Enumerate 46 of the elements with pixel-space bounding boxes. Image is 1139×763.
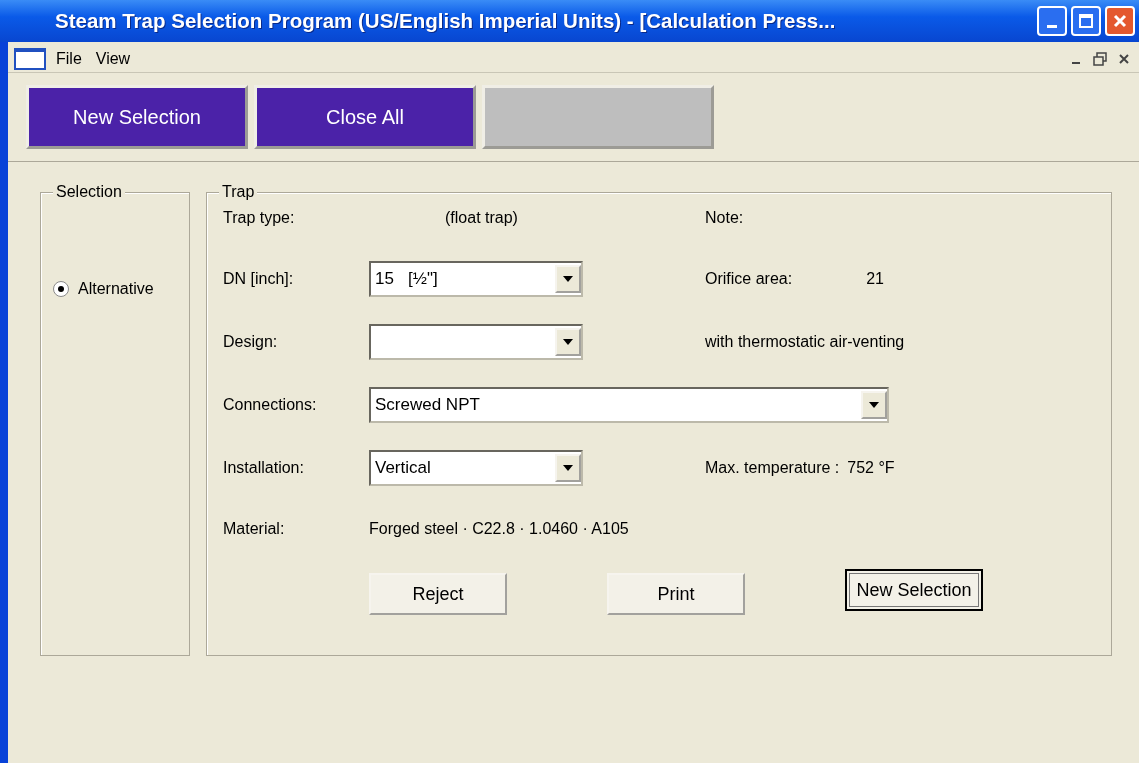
toolbar-button[interactable]: Close All [254,85,476,149]
dropdown-field[interactable]: 15 [½"] [369,260,583,297]
info-label: Orifice area: [705,268,793,289]
window-title: Steam Trap Selection Program (US/English Imperial Units) - [Calculation Press... [55,7,837,34]
caret-icon [563,338,573,345]
radio-button[interactable] [53,281,69,297]
menu-item[interactable]: File [56,47,92,71]
minimize-icon [1047,24,1057,28]
field-label: Note: [705,208,744,228]
info-value: 21 [866,268,884,289]
caret-icon [563,464,573,471]
info-value: 752 °F [847,457,895,478]
dropdown-button[interactable] [861,390,887,419]
caret-icon [869,401,879,408]
restore-icon [1093,52,1107,66]
dropdown-button[interactable] [555,264,581,293]
field-label: Design: [223,331,279,352]
minimize-icon [1072,62,1080,64]
dialog-button[interactable]: New Selection [845,569,983,611]
close-icon [1118,53,1130,65]
maximize-button[interactable] [1071,6,1101,36]
dropdown-button[interactable] [555,453,581,482]
toolbar-button[interactable]: New Selection [26,85,248,149]
field-label: Trap type: [223,208,296,228]
field-label: Connections: [223,394,318,415]
field-value: (float trap) [444,208,519,228]
field-label: Material: [223,519,286,539]
caret-icon [563,275,573,282]
dialog-button[interactable]: Reject [369,573,507,615]
field-label: Installation: [223,457,305,478]
field-label: DN [inch]: [223,268,295,289]
document-icon [14,48,46,70]
dropdown-field[interactable]: Vertical [369,449,583,486]
dropdown-button[interactable] [555,327,581,356]
dropdown-field[interactable] [369,323,583,360]
minimize-button[interactable] [1037,6,1067,36]
dialog-button[interactable]: Print [607,573,745,615]
info-label: Max. temperature : [705,457,840,478]
menu-item[interactable]: View [95,47,141,71]
dropdown-field[interactable]: Screwed NPT [369,386,889,423]
info-label: with thermostatic air-venting [705,331,905,352]
close-icon [1112,13,1128,29]
close-button[interactable] [1105,6,1135,36]
radio-label: Alternative [78,279,154,299]
maximize-icon [1078,13,1094,29]
field-value: Forged steel · C22.8 · 1.0460 · A105 [369,519,629,539]
